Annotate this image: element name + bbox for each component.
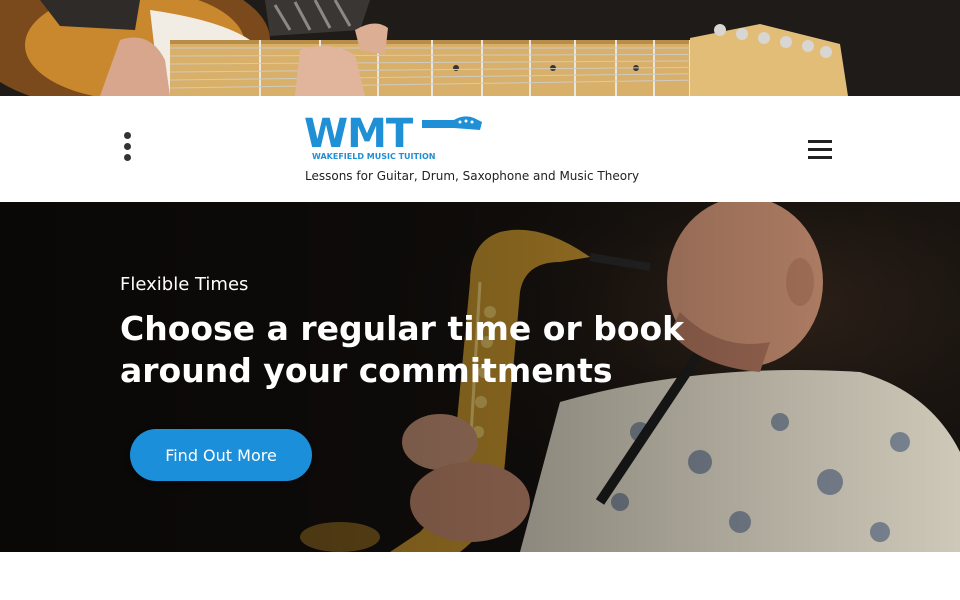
kebab-menu-icon[interactable] — [118, 132, 136, 166]
hero-section: Flexible Times Choose a regular time or … — [0, 202, 960, 552]
logo-subtext: WAKEFIELD MUSIC TUITION — [312, 152, 435, 161]
page-content-start — [0, 552, 960, 600]
logo-wordmark: WMT — [304, 114, 414, 157]
find-out-more-button[interactable]: Find Out More — [130, 429, 312, 481]
guitar-illustration — [0, 0, 960, 96]
wmt-logo[interactable]: WMT WAKEFIELD MUSIC TUITION — [304, 111, 486, 162]
hamburger-menu-icon[interactable] — [808, 140, 832, 160]
hero-subtitle: Flexible Times — [120, 274, 249, 295]
hero-title: Choose a regular time or book around you… — [120, 309, 685, 390]
logo-graphic: WMT WAKEFIELD MUSIC TUITION — [304, 111, 482, 161]
guitar-banner-image — [0, 0, 960, 96]
site-tagline: Lessons for Guitar, Drum, Saxophone and … — [305, 169, 640, 183]
site-header: WMT WAKEFIELD MUSIC TUITION Lessons for … — [0, 96, 960, 202]
